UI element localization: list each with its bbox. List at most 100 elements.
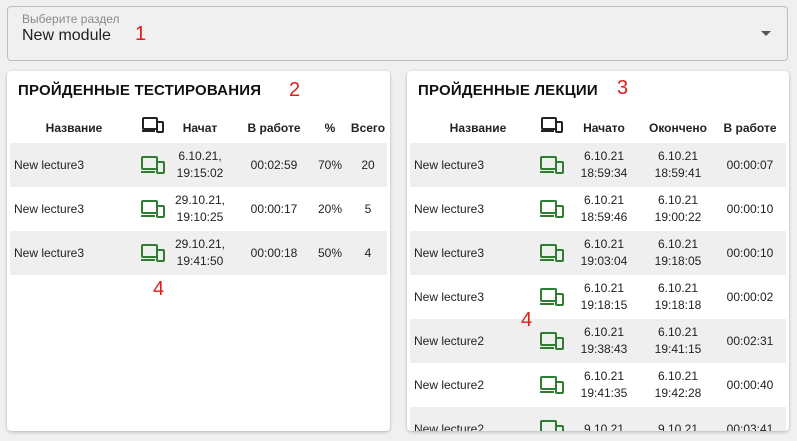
tests-table-body: New lecture3 6.10.21, 19:15:02 00:02:59 7… [10,143,387,275]
completed-lectures-card: ПРОЙДЕННЫЕ ЛЕКЦИИ Название Начато Оконче… [407,71,789,431]
row-finished: 6.10.21 18:59:41 [646,143,710,187]
row-name: New lecture3 [414,157,485,172]
row-end-date: 6.10.21 [657,193,699,207]
row-finished: 9.10.21 [646,407,710,432]
row-end-date: 6.10.21 [657,325,699,339]
annotation-marker-1: 1 [135,23,147,45]
devices-icon [138,187,168,231]
row-name: New lecture3 [414,245,485,260]
row-finished: 6.10.21 19:42:28 [646,363,710,407]
row-total: 5 [364,201,372,216]
devices-icon [537,319,567,363]
devices-icon [537,275,567,319]
row-total: 20 [361,157,375,172]
completed-tests-card: ПРОЙДЕННЫЕ ТЕСТИРОВАНИЯ Название Начат В… [7,71,390,431]
row-in-work: 00:00:18 [250,245,298,260]
row-start-time: 19:18:15 [580,298,628,312]
lectures-table-body: New lecture3 6.10.21 18:59:34 6.10.21 18:5… [410,143,786,431]
annotation-marker-2: 2 [289,79,301,101]
devices-icon [537,407,567,431]
tests-col-started: Начат [182,121,218,135]
section-select[interactable]: Выберите раздел New module [7,6,788,61]
row-in-work: 00:00:17 [250,201,298,216]
row-started: 29.10.21, 19:10:25 [172,187,228,231]
lectures-col-in-work: В работе [723,121,777,135]
row-start-date: 6.10.21 [583,281,625,295]
row-start-time: 18:59:46 [580,210,628,224]
row-name: New lecture3 [14,201,85,216]
row-start-date: 6.10.21 [583,149,625,163]
completed-lectures-title: ПРОЙДЕННЫЕ ЛЕКЦИИ [418,82,598,99]
row-in-work: 00:02:31 [726,333,774,348]
row-end-date: 6.10.21 [657,149,699,163]
row-end-date: 6.10.21 [657,237,699,251]
row-start-date: 6.10.21 [583,193,625,207]
row-in-work: 00:00:40 [726,377,774,392]
table-row[interactable]: New lecture2 6.10.21 19:38:43 6.10.21 19:4… [410,319,786,363]
row-started-date: 6.10.21, [178,149,222,163]
lectures-col-started: Начато [583,121,625,135]
row-end-time: 19:41:15 [654,342,702,356]
row-start-time: 19:41:35 [580,386,628,400]
row-started: 6.10.21, 19:15:02 [172,143,228,187]
row-started-time: 19:15:02 [176,166,224,180]
dropdown-arrow-icon[interactable] [761,31,771,36]
row-name: New lecture3 [414,201,485,216]
row-started-date: 29.10.21, [174,193,226,207]
row-started: 6.10.21 18:59:46 [574,187,634,231]
annotation-marker-4: 4 [153,278,165,300]
row-started: 29.10.21, 19:41:50 [172,231,228,275]
table-row[interactable]: New lecture3 6.10.21 18:59:46 6.10.21 19:0… [410,187,786,231]
row-percent: 70% [317,157,343,172]
row-started-time: 19:10:25 [176,210,224,224]
row-started: 6.10.21 19:38:43 [574,319,634,363]
row-in-work: 00:00:02 [726,289,774,304]
table-row[interactable]: New lecture2 9.10.21 9.10.21 00:03:41 [410,407,786,431]
table-row[interactable]: New lecture3 6.10.21 19:18:15 6.10.21 19:1… [410,275,786,319]
row-finished: 6.10.21 19:00:22 [646,187,710,231]
row-start-time: 19:03:04 [580,254,628,268]
row-name: New lecture2 [414,377,485,392]
table-row[interactable]: New lecture2 6.10.21 19:41:35 6.10.21 19:4… [410,363,786,407]
row-name: New lecture2 [414,421,485,432]
row-started: 9.10.21 [574,407,634,432]
table-row[interactable]: New lecture3 6.10.21 18:59:34 6.10.21 18:5… [410,143,786,187]
tests-col-in-work: В работе [247,121,301,135]
section-select-label: Выберите раздел [22,12,120,26]
row-start-time: 19:38:43 [580,342,628,356]
annotation-marker-3: 3 [617,77,629,99]
row-finished: 6.10.21 19:18:05 [646,231,710,275]
devices-icon [537,117,567,140]
row-name: New lecture3 [14,157,85,172]
row-name: New lecture3 [414,289,485,304]
row-percent: 50% [317,245,343,260]
table-row[interactable]: New lecture3 6.10.21 19:03:04 6.10.21 19:1… [410,231,786,275]
row-started-date: 29.10.21, [174,237,226,251]
row-in-work: 00:02:59 [250,157,298,172]
row-end-date: 9.10.21 [657,421,699,432]
table-row[interactable]: New lecture3 6.10.21, 19:15:02 00:02:59 7… [10,143,387,187]
row-end-time: 19:00:22 [654,210,702,224]
devices-icon [138,117,168,140]
row-started: 6.10.21 19:03:04 [574,231,634,275]
row-start-date: 9.10.21 [583,421,625,432]
row-finished: 6.10.21 19:18:18 [646,275,710,319]
row-start-date: 6.10.21 [583,325,625,339]
row-end-date: 6.10.21 [657,281,699,295]
row-percent: 20% [317,201,343,216]
row-started-time: 19:41:50 [176,254,224,268]
devices-icon [537,187,567,231]
row-total: 4 [364,245,372,260]
completed-tests-title: ПРОЙДЕННЫЕ ТЕСТИРОВАНИЯ [18,82,262,99]
devices-icon [537,363,567,407]
row-start-date: 6.10.21 [583,369,625,383]
row-finished: 6.10.21 19:41:15 [646,319,710,363]
lectures-col-name: Название [449,121,507,135]
row-name: New lecture3 [14,245,85,260]
table-row[interactable]: New lecture3 29.10.21, 19:41:50 00:00:18 … [10,231,387,275]
section-select-value: New module [22,27,111,44]
row-end-time: 19:18:05 [654,254,702,268]
row-start-time: 18:59:34 [580,166,628,180]
row-started: 6.10.21 18:59:34 [574,143,634,187]
table-row[interactable]: New lecture3 29.10.21, 19:10:25 00:00:17 … [10,187,387,231]
